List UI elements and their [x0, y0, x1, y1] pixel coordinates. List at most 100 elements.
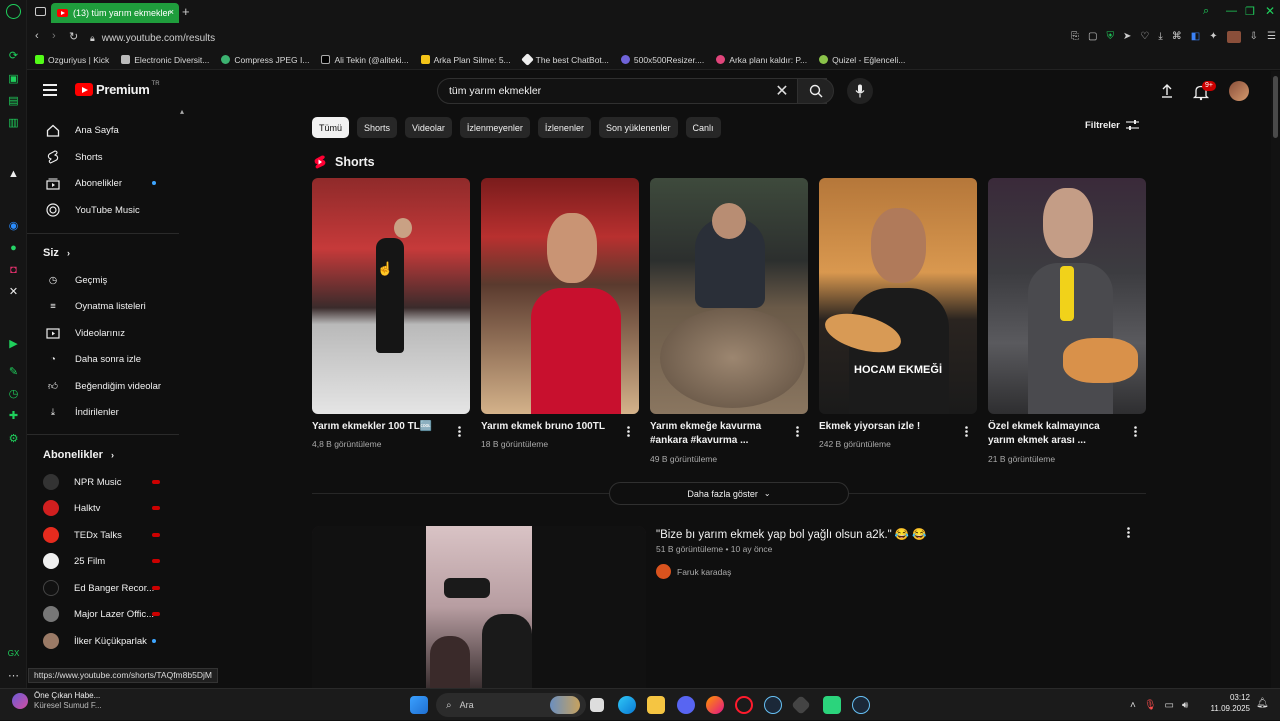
video-channel[interactable]: Faruk karadaş [656, 564, 731, 579]
bookmark-item[interactable]: Ali Tekin (@aliteki... [321, 55, 409, 65]
more-options-icon[interactable] [623, 424, 633, 438]
video-thumbnail[interactable] [312, 526, 646, 688]
you-section-title[interactable]: Siz › [43, 247, 70, 259]
more-options-icon[interactable] [1130, 424, 1140, 438]
close-tab-icon[interactable]: × [169, 7, 174, 17]
bookmark-item[interactable]: Compress JPEG I... [221, 55, 309, 65]
menu-icon[interactable] [43, 84, 57, 96]
apps-icon[interactable]: ▥ [6, 115, 21, 130]
short-thumbnail[interactable]: HOCAM EKMEĞİ [819, 178, 977, 414]
sidebar-item-shorts[interactable]: Shorts [27, 144, 182, 170]
short-title[interactable]: Yarım ekmek bruno 100TL [481, 420, 616, 434]
close-window-icon[interactable]: ✕ [1265, 4, 1275, 18]
heart-icon[interactable]: ♡ [1140, 31, 1149, 43]
network-icon[interactable]: ▭ [1165, 700, 1174, 711]
more-icon[interactable]: ⋯ [6, 668, 21, 683]
short-thumbnail[interactable] [481, 178, 639, 414]
chip-videos[interactable]: Videolar [405, 117, 452, 138]
subscriptions-section-title[interactable]: Abonelikler › [43, 449, 114, 461]
bookmark-item[interactable]: Arka Plan Silme: 5... [420, 55, 511, 65]
send-icon[interactable]: ➤ [1123, 31, 1131, 43]
settings-icon[interactable]: ⚙ [6, 431, 21, 446]
sidebar-channel-major-lazer[interactable]: Major Lazer Offic... [27, 601, 182, 627]
sidebar-channel-halktv[interactable]: Halktv [27, 495, 182, 521]
wallet-icon[interactable]: ▤ [6, 93, 21, 108]
app-icon[interactable] [791, 695, 811, 715]
short-title[interactable]: Yarım ekmeğe kavurma #ankara #kavurma ..… [650, 420, 785, 448]
messenger-icon[interactable]: ◉ [6, 218, 21, 233]
sidebar-channel-25-film[interactable]: 25 Film [27, 548, 182, 574]
account-avatar[interactable] [1229, 81, 1249, 101]
upload-icon[interactable] [1159, 83, 1175, 99]
steam-icon[interactable] [764, 696, 782, 714]
android-icon[interactable] [823, 696, 841, 714]
new-tab-icon[interactable]: + [182, 4, 190, 19]
pin-icon[interactable]: ⌘ [1172, 31, 1182, 43]
extensions-icon[interactable]: ✚ [6, 408, 21, 423]
discord-icon[interactable] [677, 696, 695, 714]
forward-icon[interactable]: › [52, 30, 56, 42]
puzzle-icon[interactable]: ✦ [1209, 31, 1217, 43]
flow-icon[interactable]: ✎ [6, 364, 21, 379]
short-card[interactable]: Özel ekmek kalmayınca yarım ekmek arası … [988, 178, 1146, 464]
vpn-icon[interactable]: ⇩ [1250, 31, 1258, 43]
maximize-icon[interactable]: ❐ [1245, 5, 1255, 18]
task-view-icon[interactable] [590, 698, 604, 712]
volume-icon[interactable]: 🔊︎ [1182, 700, 1188, 711]
taskbar-clock[interactable]: 03:12 11.09.2025 [1208, 692, 1250, 714]
x-twitter-icon[interactable]: ✕ [6, 284, 21, 299]
whatsapp-icon[interactable]: ● [6, 240, 21, 255]
search-tabs-icon[interactable]: ⌕ [1203, 5, 1209, 18]
short-title[interactable]: Özel ekmek kalmayınca yarım ekmek arası … [988, 420, 1123, 448]
microphone-icon[interactable]: 🎙︎ [1144, 700, 1157, 711]
scrollbar-thumb[interactable] [1273, 76, 1278, 138]
filters-button[interactable]: Filtreler [1085, 120, 1139, 131]
more-options-icon[interactable] [454, 424, 464, 438]
short-title[interactable]: Yarım ekmekler 100 TL🆒 [312, 420, 447, 434]
bookmark-item[interactable]: Electronic Diversit... [121, 55, 209, 65]
chip-live[interactable]: Canlı [685, 117, 721, 138]
bag-icon[interactable]: ▣ [6, 71, 21, 86]
sidebar-item-history[interactable]: ◷ Geçmiş [27, 267, 182, 293]
short-card[interactable]: HOCAM EKMEĞİ Ekmek yiyorsan izle ! 242 B… [819, 178, 977, 449]
sidebar-item-youtube-music[interactable]: YouTube Music [27, 197, 182, 223]
file-explorer-icon[interactable] [647, 696, 665, 714]
short-thumbnail[interactable] [312, 178, 470, 414]
sidebar-channel-npr-music[interactable]: NPR Music [27, 469, 182, 495]
bookmark-item[interactable]: Arka planı kaldır: P... [716, 55, 807, 65]
edge-icon[interactable] [618, 696, 636, 714]
sidebar-item-downloads[interactable]: ⤓ İndirilenler [27, 399, 182, 425]
scroll-up-icon[interactable]: ▴ [180, 107, 184, 116]
play-circle-icon[interactable]: ▶ [6, 336, 21, 351]
sidebar-item-home[interactable]: Ana Sayfa [27, 117, 182, 143]
sidebar-channel-ilker[interactable]: İlker Küçükparlak [27, 628, 182, 654]
minimize-icon[interactable]: — [1226, 5, 1237, 17]
short-card[interactable]: Yarım ekmekler 100 TL🆒 4,8 B görüntüleme [312, 178, 470, 449]
search-button[interactable] [797, 78, 834, 104]
bookmark-item[interactable]: Ozguriyus | Kick [35, 55, 109, 65]
screenshot-icon[interactable]: ▢ [1088, 31, 1097, 43]
bookmark-item[interactable]: Quizel - Eğlenceli... [819, 55, 905, 65]
translate-icon[interactable]: ◧ [1191, 31, 1200, 43]
search-input[interactable]: tüm yarım ekmekler [437, 78, 827, 104]
sidebar-channel-tedx[interactable]: TEDx Talks [27, 522, 182, 548]
refresh-icon[interactable]: ⟳ [6, 48, 21, 63]
shield-icon[interactable]: ⛨ [1106, 31, 1114, 43]
steam-icon[interactable] [852, 696, 870, 714]
more-options-icon[interactable] [1127, 525, 1137, 539]
sidebar-channel-ed-banger[interactable]: Ed Banger Recor... [27, 575, 182, 601]
youtube-logo[interactable]: Premium TR [75, 81, 160, 97]
opera-logo-icon[interactable] [6, 4, 21, 19]
short-card[interactable]: Yarım ekmek bruno 100TL 18 B görüntüleme [481, 178, 639, 449]
chip-watched[interactable]: İzlenenler [537, 117, 591, 138]
chip-shorts[interactable]: Shorts [357, 117, 398, 138]
sidebar-item-your-videos[interactable]: Videolarınız [27, 320, 182, 346]
short-card[interactable]: Yarım ekmeğe kavurma #ankara #kavurma ..… [650, 178, 808, 464]
aria-icon[interactable]: ▲ [6, 166, 21, 181]
tab-menu-icon[interactable] [35, 7, 46, 16]
chip-unwatched[interactable]: İzlenmeyenler [459, 117, 530, 138]
tab-active[interactable]: (13) tüm yarım ekmekler × [51, 3, 179, 23]
clock-icon[interactable]: ◷ [6, 386, 21, 401]
menu-icon[interactable]: ☰ [1267, 31, 1276, 43]
chip-recently-uploaded[interactable]: Son yüklenenler [598, 117, 678, 138]
